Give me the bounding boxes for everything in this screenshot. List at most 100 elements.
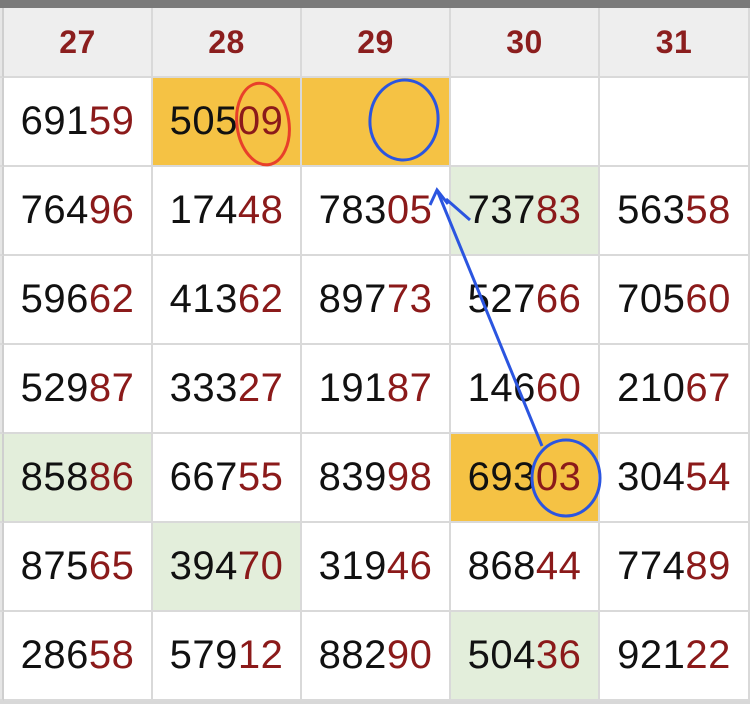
table-cell: 146 60: [451, 345, 600, 434]
table-cell: 563 58: [600, 167, 750, 256]
number-prefix: 882: [318, 633, 387, 677]
number-suffix: 36: [535, 633, 582, 677]
table-cell: 764 96: [4, 167, 153, 256]
number-suffix: 46: [386, 544, 433, 588]
number-prefix: 191: [318, 366, 387, 410]
number-suffix: 73: [386, 277, 433, 321]
table-cell: 897 73: [302, 256, 451, 345]
number-prefix: 868: [467, 544, 536, 588]
table-cell: 505 09: [153, 78, 302, 167]
table-cell: 413 62: [153, 256, 302, 345]
table-cell: 858 86: [4, 434, 153, 523]
table-cell: 394 70: [153, 523, 302, 612]
table-cell: [451, 78, 600, 167]
table-cell: 737 83: [451, 167, 600, 256]
table-cell: 527 66: [451, 256, 600, 345]
table-cell: 868 44: [451, 523, 600, 612]
table-cell: 210 67: [600, 345, 750, 434]
table-cell: 921 22: [600, 612, 750, 701]
number-suffix: 27: [237, 366, 284, 410]
results-table: 27 28 29 30 31 691 59 505 09 764 96 174 48 783 05 737 83…: [0, 8, 750, 704]
number-prefix: 527: [467, 277, 536, 321]
number-prefix: 839: [318, 455, 387, 499]
number-suffix: 58: [88, 633, 135, 677]
column-header: 29: [302, 8, 451, 78]
number-prefix: 319: [318, 544, 387, 588]
number-suffix: 05: [386, 188, 433, 232]
number-prefix: 737: [467, 188, 536, 232]
number-prefix: 691: [20, 99, 89, 143]
table-cell: 783 05: [302, 167, 451, 256]
number-suffix: 87: [386, 366, 433, 410]
number-suffix: 65: [88, 544, 135, 588]
top-bar: [0, 0, 750, 8]
number-prefix: 504: [467, 633, 536, 677]
number-prefix: 897: [318, 277, 387, 321]
table-cell: 691 59: [4, 78, 153, 167]
number-suffix: 66: [535, 277, 582, 321]
table-cell: 579 12: [153, 612, 302, 701]
table-cell: 882 90: [302, 612, 451, 701]
number-prefix: 394: [169, 544, 238, 588]
number-suffix: 48: [237, 188, 284, 232]
number-prefix: 774: [617, 544, 686, 588]
number-suffix: 98: [386, 455, 433, 499]
number-prefix: 921: [617, 633, 686, 677]
number-prefix: 563: [617, 188, 686, 232]
number-prefix: 174: [169, 188, 238, 232]
number-suffix: 62: [88, 277, 135, 321]
number-suffix: 22: [685, 633, 731, 677]
number-prefix: 210: [617, 366, 686, 410]
number-suffix: 96: [88, 188, 135, 232]
table-cell: [302, 78, 451, 167]
number-suffix: 03: [535, 455, 582, 499]
number-prefix: 333: [169, 366, 238, 410]
table-cell: 667 55: [153, 434, 302, 523]
number-suffix: 58: [685, 188, 731, 232]
number-prefix: 529: [20, 366, 89, 410]
table-cell: 875 65: [4, 523, 153, 612]
number-suffix: 55: [237, 455, 284, 499]
number-suffix: 54: [685, 455, 731, 499]
number-suffix: 89: [685, 544, 731, 588]
number-suffix: 70: [237, 544, 284, 588]
number-prefix: 505: [169, 99, 238, 143]
table-cell: 504 36: [451, 612, 600, 701]
number-suffix: 67: [685, 366, 731, 410]
number-prefix: 858: [20, 455, 89, 499]
number-suffix: 44: [535, 544, 582, 588]
number-suffix: 62: [237, 277, 284, 321]
table-cell: 774 89: [600, 523, 750, 612]
table-cell: [600, 78, 750, 167]
number-prefix: 667: [169, 455, 238, 499]
number-suffix: 86: [88, 455, 135, 499]
number-suffix: 60: [535, 366, 582, 410]
table-cell: 705 60: [600, 256, 750, 345]
number-suffix: 87: [88, 366, 135, 410]
table-cell: 304 54: [600, 434, 750, 523]
number-prefix: 286: [20, 633, 89, 677]
column-header: 30: [451, 8, 600, 78]
number-suffix: 90: [386, 633, 433, 677]
number-suffix: 59: [88, 99, 135, 143]
number-prefix: 875: [20, 544, 89, 588]
number-prefix: 705: [617, 277, 686, 321]
table-cell: 839 98: [302, 434, 451, 523]
table-cell: 529 87: [4, 345, 153, 434]
number-suffix: 09: [237, 99, 284, 143]
table-cell: 596 62: [4, 256, 153, 345]
table-cell: 693 03: [451, 434, 600, 523]
number-prefix: 783: [318, 188, 387, 232]
column-header: 28: [153, 8, 302, 78]
number-suffix: 60: [685, 277, 731, 321]
column-header: 31: [600, 8, 750, 78]
number-prefix: 304: [617, 455, 686, 499]
number-prefix: 579: [169, 633, 238, 677]
number-prefix: 693: [467, 455, 536, 499]
number-prefix: 596: [20, 277, 89, 321]
table-cell: 319 46: [302, 523, 451, 612]
number-prefix: 146: [467, 366, 536, 410]
number-suffix: 12: [237, 633, 284, 677]
table-cell: 286 58: [4, 612, 153, 701]
number-prefix: 764: [20, 188, 89, 232]
